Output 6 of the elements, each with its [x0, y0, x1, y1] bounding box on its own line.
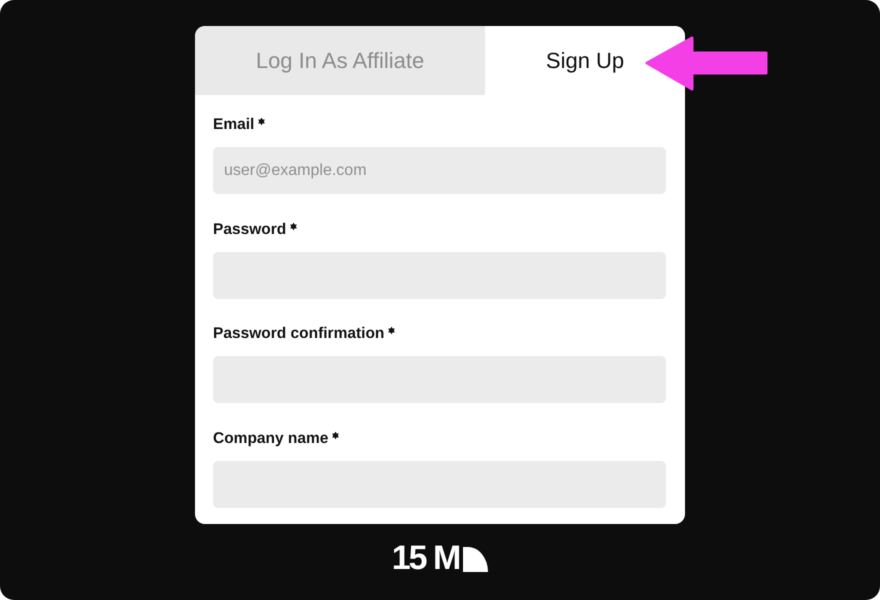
- field-label: Password: [213, 220, 286, 240]
- field-label: Company name: [213, 428, 328, 448]
- field-label: Email: [213, 115, 254, 135]
- field-label: Password confirmation: [213, 324, 384, 344]
- text-field[interactable]: user@example.com: [213, 147, 666, 194]
- brand-logo-text: 15 M: [392, 541, 460, 575]
